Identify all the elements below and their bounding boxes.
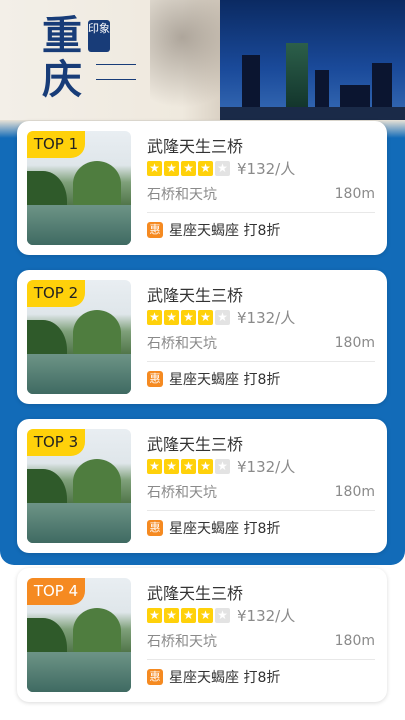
star-icon: ★ — [147, 608, 162, 623]
seal-stamp: 印象 — [88, 20, 110, 52]
header-banner: 重庆 印象 — [0, 0, 405, 125]
divider — [147, 659, 375, 660]
spot-name: 武隆天生三桥 — [147, 584, 244, 603]
discount-icon: 惠 — [147, 222, 163, 238]
rating-stars: ★ ★ ★ ★ ★ — [147, 459, 230, 474]
rating-stars: ★ ★ ★ ★ ★ — [147, 310, 230, 325]
star-icon: ★ — [147, 459, 162, 474]
promo-text: 星座天蝎座 打8折 — [169, 223, 281, 239]
star-icon: ★ — [198, 310, 213, 325]
spot-name: 武隆天生三桥 — [147, 435, 244, 454]
discount-icon: 惠 — [147, 520, 163, 536]
star-icon: ★ — [215, 608, 230, 623]
spot-description: 石桥和天坑 — [147, 187, 217, 203]
star-icon: ★ — [164, 459, 179, 474]
spot-price: ¥132/人 — [237, 160, 296, 178]
star-icon: ★ — [198, 161, 213, 176]
divider — [147, 510, 375, 511]
star-icon: ★ — [181, 310, 196, 325]
promo-text: 星座天蝎座 打8折 — [169, 670, 281, 686]
star-icon: ★ — [181, 459, 196, 474]
divider — [147, 212, 375, 213]
spot-description: 石桥和天坑 — [147, 336, 217, 352]
rank-badge: TOP 4 — [27, 578, 85, 605]
spot-distance: 180m — [334, 335, 375, 351]
spot-distance: 180m — [334, 484, 375, 500]
rank-badge: TOP 2 — [27, 280, 85, 307]
spot-card[interactable]: TOP 2 武隆天生三桥 ★ ★ ★ ★ ★ ¥132/人 石桥和天坑 180m 惠星座天蝎座 打8… — [17, 270, 387, 404]
spot-description: 石桥和天坑 — [147, 634, 217, 650]
logo-subtitle-decoration — [96, 64, 136, 80]
divider — [147, 361, 375, 362]
discount-icon: 惠 — [147, 371, 163, 387]
rating-stars: ★ ★ ★ ★ ★ — [147, 161, 230, 176]
star-icon: ★ — [164, 161, 179, 176]
star-icon: ★ — [181, 161, 196, 176]
promo-text: 星座天蝎座 打8折 — [169, 372, 281, 388]
spot-price: ¥132/人 — [237, 607, 296, 625]
star-icon: ★ — [147, 161, 162, 176]
spot-distance: 180m — [334, 186, 375, 202]
spot-distance: 180m — [334, 633, 375, 649]
star-icon: ★ — [215, 310, 230, 325]
star-icon: ★ — [147, 310, 162, 325]
promo-text: 星座天蝎座 打8折 — [169, 521, 281, 537]
city-skyline-image — [220, 0, 405, 125]
spot-price: ¥132/人 — [237, 309, 296, 327]
ink-splash-decoration — [150, 0, 230, 125]
star-icon: ★ — [198, 608, 213, 623]
rating-stars: ★ ★ ★ ★ ★ — [147, 608, 230, 623]
star-icon: ★ — [164, 608, 179, 623]
spot-card[interactable]: TOP 4 武隆天生三桥 ★ ★ ★ ★ ★ ¥132/人 石桥和天坑 180m 惠星座天蝎座 打8… — [17, 568, 387, 702]
star-icon: ★ — [181, 608, 196, 623]
rank-badge: TOP 1 — [27, 131, 85, 158]
spot-price: ¥132/人 — [237, 458, 296, 476]
spot-name: 武隆天生三桥 — [147, 286, 244, 305]
discount-icon: 惠 — [147, 669, 163, 685]
spot-card[interactable]: TOP 1 武隆天生三桥 ★ ★ ★ ★ ★ ¥132/人 石桥和天坑 180m 惠星座天蝎座 打8… — [17, 121, 387, 255]
star-icon: ★ — [164, 310, 179, 325]
spot-name: 武隆天生三桥 — [147, 137, 244, 156]
star-icon: ★ — [198, 459, 213, 474]
star-icon: ★ — [215, 459, 230, 474]
spot-card[interactable]: TOP 3 武隆天生三桥 ★ ★ ★ ★ ★ ¥132/人 石桥和天坑 180m 惠星座天蝎座 打8… — [17, 419, 387, 553]
spot-description: 石桥和天坑 — [147, 485, 217, 501]
rank-badge: TOP 3 — [27, 429, 85, 456]
star-icon: ★ — [215, 161, 230, 176]
